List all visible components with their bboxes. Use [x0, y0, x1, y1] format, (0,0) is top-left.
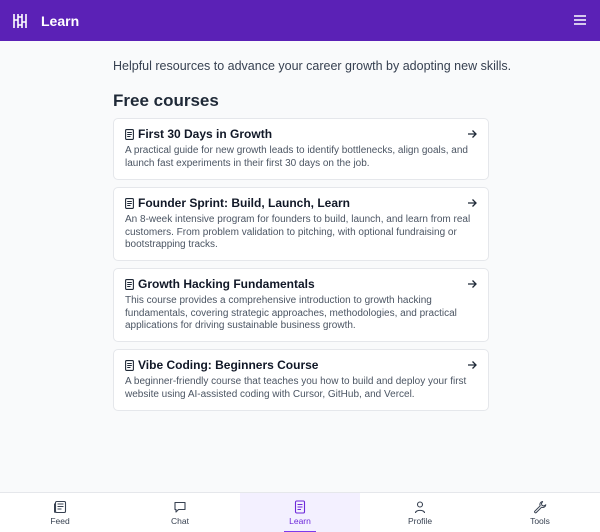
document-icon — [125, 197, 134, 209]
nav-label: Learn — [289, 516, 311, 526]
course-title: Founder Sprint: Build, Launch, Learn — [138, 196, 350, 210]
hamburger-menu-icon[interactable] — [574, 13, 586, 27]
course-description: A practical guide for new growth leads t… — [125, 145, 468, 169]
arrow-right-icon — [467, 129, 477, 139]
newspaper-icon — [53, 500, 67, 514]
bottom-navigation: Feed Chat Learn Profile Tools — [0, 492, 600, 532]
nav-label: Profile — [407, 516, 433, 526]
course-title: First 30 Days in Growth — [138, 127, 273, 141]
document-icon — [125, 359, 134, 371]
nav-item-tools[interactable]: Tools — [480, 493, 600, 532]
wrench-icon — [533, 500, 547, 514]
arrow-right-icon — [467, 360, 477, 370]
chat-bubble-icon — [173, 500, 187, 514]
nav-item-learn[interactable]: Learn — [240, 493, 360, 532]
course-title: Growth Hacking Fundamentals — [138, 277, 315, 291]
document-icon — [125, 278, 134, 290]
hashtag-logo-icon[interactable] — [12, 12, 28, 30]
user-icon — [413, 500, 427, 514]
arrow-right-icon — [467, 279, 477, 289]
course-card[interactable]: Growth Hacking Fundamentals This course … — [113, 268, 489, 342]
course-card[interactable]: Founder Sprint: Build, Launch, Learn An … — [113, 187, 489, 261]
top-app-bar: Learn — [0, 0, 600, 41]
nav-item-chat[interactable]: Chat — [120, 493, 240, 532]
nav-label: Chat — [171, 516, 189, 526]
app-title: Learn — [41, 12, 80, 29]
nav-item-feed[interactable]: Feed — [0, 493, 120, 532]
course-card[interactable]: Vibe Coding: Beginners Course A beginner… — [113, 349, 489, 411]
document-icon — [125, 128, 134, 140]
nav-label: Tools — [530, 516, 550, 526]
book-icon — [293, 500, 307, 514]
nav-label: Feed — [50, 516, 70, 526]
course-description: This course provides a comprehensive int… — [125, 295, 457, 332]
arrow-right-icon — [467, 198, 477, 208]
course-description: A beginner-friendly course that teaches … — [125, 376, 467, 400]
section-title: Free courses — [113, 91, 219, 110]
nav-item-profile[interactable]: Profile — [360, 493, 480, 532]
course-title: Vibe Coding: Beginners Course — [138, 358, 319, 372]
intro-text: Helpful resources to advance your career… — [113, 59, 512, 73]
course-card[interactable]: First 30 Days in Growth A practical guid… — [113, 118, 489, 180]
course-description: An 8-week intensive program for founders… — [125, 214, 471, 251]
